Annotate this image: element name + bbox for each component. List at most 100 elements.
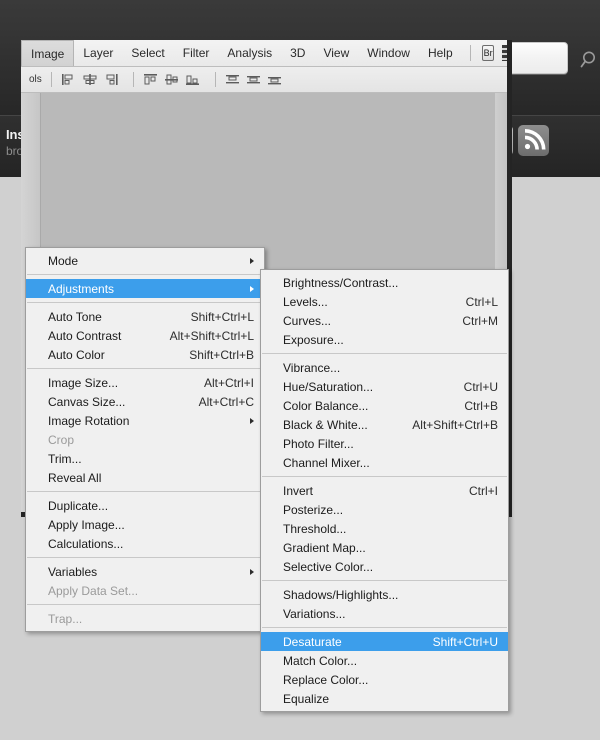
menu-item-reveal-all[interactable]: Reveal All bbox=[26, 468, 264, 487]
menu-item-invert[interactable]: Invert Ctrl+I bbox=[261, 481, 508, 500]
menu-item-label: Auto Tone bbox=[48, 309, 102, 324]
menu-item-calculations[interactable]: Calculations... bbox=[26, 534, 264, 553]
adjustments-submenu[interactable]: Brightness/Contrast... Levels... Ctrl+L Cur… bbox=[260, 269, 509, 712]
menu-item-variations[interactable]: Variations... bbox=[261, 604, 508, 623]
menu-item-gradient-map[interactable]: Gradient Map... bbox=[261, 538, 508, 557]
menu-item-auto-color[interactable]: Auto Color Shift+Ctrl+B bbox=[26, 345, 264, 364]
align-bottom-edges-icon[interactable] bbox=[185, 73, 201, 86]
menubar-item-window[interactable]: Window bbox=[358, 40, 419, 66]
menu-item-apply-image[interactable]: Apply Image... bbox=[26, 515, 264, 534]
menu-item-label: Variations... bbox=[283, 606, 346, 621]
menu-item-match-color[interactable]: Match Color... bbox=[261, 651, 508, 670]
menu-item-label: Black & White... bbox=[283, 417, 368, 432]
menu-item-shortcut: Shift+Ctrl+L bbox=[190, 309, 254, 324]
menu-item-label: Canvas Size... bbox=[48, 394, 126, 409]
menu-item-duplicate[interactable]: Duplicate... bbox=[26, 496, 264, 515]
menu-item-label: Reveal All bbox=[48, 470, 102, 485]
menu-item-threshold[interactable]: Threshold... bbox=[261, 519, 508, 538]
menu-item-channel-mixer[interactable]: Channel Mixer... bbox=[261, 453, 508, 472]
menu-item-shortcut: Ctrl+B bbox=[464, 398, 498, 413]
menu-item-label: Vibrance... bbox=[283, 360, 341, 375]
menu-separator bbox=[27, 302, 263, 303]
menu-item-hue-saturation[interactable]: Hue/Saturation... Ctrl+U bbox=[261, 377, 508, 396]
menu-item-photo-filter[interactable]: Photo Filter... bbox=[261, 434, 508, 453]
menu-item-curves[interactable]: Curves... Ctrl+M bbox=[261, 311, 508, 330]
align-horizontal-centers-icon[interactable] bbox=[82, 73, 98, 86]
menu-item-mode[interactable]: Mode bbox=[26, 251, 264, 270]
menu-item-label: Variables bbox=[48, 564, 98, 579]
menu-item-label: Auto Contrast bbox=[48, 328, 122, 343]
submenu-arrow-icon bbox=[250, 285, 254, 292]
menu-item-shadows-highlights[interactable]: Shadows/Highlights... bbox=[261, 585, 508, 604]
photoshop-menu-bar: Image Layer Select Filter Analysis 3D View Wind… bbox=[21, 40, 507, 67]
menu-item-label: Levels... bbox=[283, 294, 328, 309]
menu-item-equalize[interactable]: Equalize bbox=[261, 689, 508, 708]
menu-item-label: Duplicate... bbox=[48, 498, 109, 513]
menu-item-label: Calculations... bbox=[48, 536, 124, 551]
menu-item-image-size[interactable]: Image Size... Alt+Ctrl+I bbox=[26, 373, 264, 392]
menu-item-label: Curves... bbox=[283, 313, 332, 328]
menubar-item-help[interactable]: Help bbox=[419, 40, 462, 66]
menu-item-label: Trim... bbox=[48, 451, 82, 466]
bridge-button[interactable]: Br bbox=[482, 45, 495, 61]
menu-item-label: Apply Data Set... bbox=[48, 583, 139, 598]
menu-item-trim[interactable]: Trim... bbox=[26, 449, 264, 468]
menu-item-label: Equalize bbox=[283, 691, 330, 706]
menu-item-adjustments[interactable]: Adjustments bbox=[26, 279, 264, 298]
menu-item-brightness-contrast[interactable]: Brightness/Contrast... bbox=[261, 273, 508, 292]
divider bbox=[469, 45, 471, 61]
align-top-edges-icon[interactable] bbox=[143, 73, 159, 86]
menu-item-desaturate[interactable]: Desaturate Shift+Ctrl+U bbox=[261, 632, 508, 651]
menu-item-label: Auto Color bbox=[48, 347, 105, 362]
menu-item-variables[interactable]: Variables bbox=[26, 562, 264, 581]
menu-item-vibrance[interactable]: Vibrance... bbox=[261, 358, 508, 377]
menu-item-label: Hue/Saturation... bbox=[283, 379, 374, 394]
menu-item-black-white[interactable]: Black & White... Alt+Shift+Ctrl+B bbox=[261, 415, 508, 434]
menu-item-posterize[interactable]: Posterize... bbox=[261, 500, 508, 519]
menu-item-label: Image Rotation bbox=[48, 413, 130, 428]
menu-item-shortcut: Ctrl+M bbox=[462, 313, 498, 328]
menu-item-label: Desaturate bbox=[283, 634, 342, 649]
menubar-item-analysis[interactable]: Analysis bbox=[218, 40, 281, 66]
distribute-top-edges-icon[interactable] bbox=[225, 73, 241, 86]
menu-item-shortcut: Ctrl+I bbox=[468, 483, 498, 498]
menubar-item-layer[interactable]: Layer bbox=[74, 40, 122, 66]
menubar-item-3d[interactable]: 3D bbox=[281, 40, 314, 66]
menu-item-trap: Trap... bbox=[26, 609, 264, 628]
menubar-item-image[interactable]: Image bbox=[21, 40, 75, 66]
submenu-arrow-icon bbox=[250, 417, 254, 424]
menubar-item-view[interactable]: View bbox=[314, 40, 358, 66]
menu-item-auto-tone[interactable]: Auto Tone Shift+Ctrl+L bbox=[26, 307, 264, 326]
menu-item-replace-color[interactable]: Replace Color... bbox=[261, 670, 508, 689]
page-root: Inspiration browse galleries Tutorials g… bbox=[0, 0, 600, 740]
menubar-item-filter[interactable]: Filter bbox=[174, 40, 219, 66]
image-menu[interactable]: Mode Adjustments Auto Tone Shift+Ctrl+L Auto… bbox=[25, 247, 265, 632]
menu-item-exposure[interactable]: Exposure... bbox=[261, 330, 508, 349]
menu-item-color-balance[interactable]: Color Balance... Ctrl+B bbox=[261, 396, 508, 415]
menu-item-canvas-size[interactable]: Canvas Size... Alt+Ctrl+C bbox=[26, 392, 264, 411]
menu-item-selective-color[interactable]: Selective Color... bbox=[261, 557, 508, 576]
extras-handle-icon[interactable] bbox=[502, 45, 507, 61]
menu-item-image-rotation[interactable]: Image Rotation bbox=[26, 411, 264, 430]
rss-icon[interactable] bbox=[518, 125, 549, 156]
menu-item-label: Threshold... bbox=[283, 521, 347, 536]
menu-separator bbox=[262, 627, 507, 628]
menu-item-shortcut: Alt+Shift+Ctrl+B bbox=[412, 417, 498, 432]
menu-item-label: Trap... bbox=[48, 611, 83, 626]
align-vertical-centers-icon[interactable] bbox=[164, 73, 180, 86]
distribute-bottom-edges-icon[interactable] bbox=[267, 73, 283, 86]
menu-item-apply-data-set: Apply Data Set... bbox=[26, 581, 264, 600]
menu-item-auto-contrast[interactable]: Auto Contrast Alt+Shift+Ctrl+L bbox=[26, 326, 264, 345]
distribute-vertical-centers-icon[interactable] bbox=[246, 73, 262, 86]
menubar-item-select[interactable]: Select bbox=[122, 40, 173, 66]
align-left-edges-icon[interactable] bbox=[61, 73, 77, 86]
photoshop-options-bar: ols bbox=[21, 67, 507, 93]
menu-item-shortcut: Alt+Ctrl+C bbox=[198, 394, 254, 409]
menu-separator bbox=[27, 604, 263, 605]
menu-item-label: Shadows/Highlights... bbox=[283, 587, 399, 602]
menu-item-levels[interactable]: Levels... Ctrl+L bbox=[261, 292, 508, 311]
menu-item-label: Photo Filter... bbox=[283, 436, 354, 451]
menu-item-label: Selective Color... bbox=[283, 559, 374, 574]
align-right-edges-icon[interactable] bbox=[103, 73, 119, 86]
submenu-arrow-icon bbox=[250, 257, 254, 264]
